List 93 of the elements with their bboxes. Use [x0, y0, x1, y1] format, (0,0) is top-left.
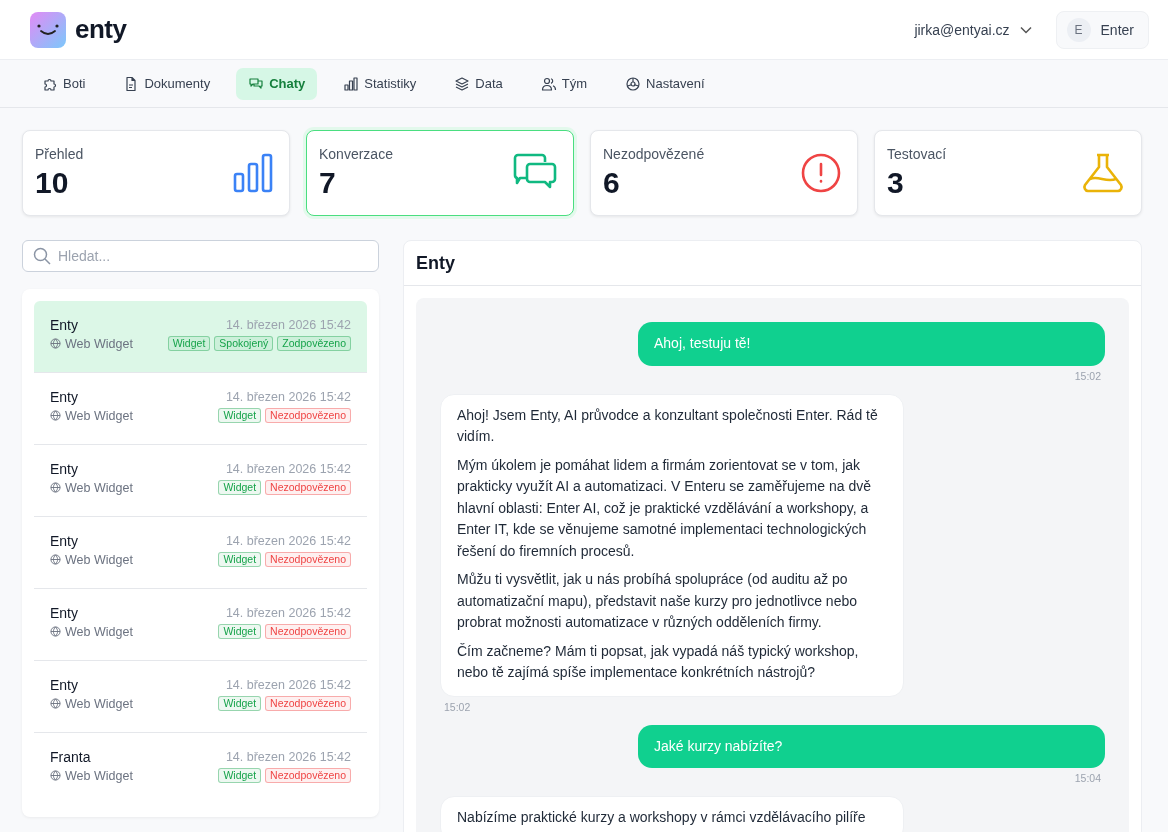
- chat-date: 14. březen 2026 15:42: [225, 318, 351, 332]
- nav-tab[interactable]: Data: [442, 67, 515, 100]
- message-time: 15:04: [1073, 772, 1102, 784]
- chat-source: Web Widget: [65, 624, 133, 639]
- globe-icon: [50, 482, 61, 493]
- message-text: Mým úkolem je pomáhat lidem a firmám zorientovat se v tom, jak prakticky využít AI a automatizaci. V Enteru se zaměřujeme na dvě hlavní oblasti: Enter AI, což je praktické vzdělávání a workshopy, a Enter IT, kde se věnujeme samotné implementaci technologických řešení do firemních procesů.: [457, 455, 872, 561]
- chat-source: Web Widget: [65, 552, 133, 567]
- chat-name: Enty: [50, 461, 78, 477]
- chat-list-item[interactable]: Enty 14. březen 2026 15:42 Web Widget Widget Nezodpovězeno: [34, 517, 367, 589]
- chat-list-item[interactable]: Enty 14. březen 2026 15:42 Web Widget Widget Spokojený Zodpovězeno: [34, 301, 367, 373]
- message-time: 15:02: [1073, 369, 1102, 382]
- status-tag: Zodpovězeno: [277, 336, 351, 351]
- stat-value: 6: [603, 166, 621, 200]
- message-time: 15:02: [443, 700, 472, 713]
- status-tag: Nezodpovězeno: [265, 480, 351, 495]
- settings-icon: [625, 75, 642, 92]
- nav-tab[interactable]: Boti: [30, 67, 98, 100]
- layers-icon: [454, 75, 471, 92]
- organization-button[interactable]: E Enter: [1055, 10, 1149, 49]
- chat-list-item[interactable]: Franta 14. březen 2026 15:42 Web Widget Widget Nezodpovězeno: [34, 733, 367, 805]
- status-tag: Nezodpovězeno: [265, 408, 351, 423]
- users-icon: [540, 75, 557, 92]
- nav-tab[interactable]: Dokumenty: [111, 67, 223, 100]
- org-name: Enter: [1100, 21, 1134, 38]
- chat-date: 14. březen 2026 15:42: [225, 606, 351, 620]
- bar-chart-icon: [343, 75, 360, 92]
- nav-tab[interactable]: Tým: [528, 67, 600, 100]
- account-menu[interactable]: jirka@entyai.cz: [910, 17, 1036, 42]
- status-tag: Nezodpovězeno: [265, 768, 351, 783]
- chat-source: Web Widget: [65, 696, 133, 711]
- chat-date: 14. březen 2026 15:42: [225, 534, 351, 548]
- chevron-down-icon: [1019, 25, 1032, 34]
- chat-source: Web Widget: [65, 480, 133, 495]
- message-text: Ahoj! Jsem Enty, AI průvodce a konzultant společnosti Enter. Rád tě vidím.: [457, 405, 879, 446]
- chat-source: Web Widget: [65, 408, 133, 423]
- stat-value: 10: [35, 166, 70, 200]
- status-tag: Nezodpovězeno: [265, 624, 351, 639]
- status-tag: Widget: [218, 624, 262, 639]
- nav-tab[interactable]: Statistiky: [331, 67, 429, 100]
- stat-label: Přehled: [35, 146, 84, 162]
- stat-card[interactable]: Nezodpovězené 6: [590, 130, 858, 216]
- globe-icon: [50, 338, 61, 349]
- message-text: Můžu ti vysvětlit, jak u nás probíhá spolupráce (od auditu až po automatizační mapu), představit naše kurzy pro jednotlivce nebo probrat možnosti automatizace v různých odděleních firmy.: [457, 570, 858, 632]
- globe-icon: [50, 698, 61, 709]
- stat-card[interactable]: Přehled 10: [22, 130, 290, 216]
- chat-date: 14. březen 2026 15:42: [225, 750, 351, 764]
- chat-name: Enty: [50, 317, 78, 333]
- globe-icon: [50, 554, 61, 565]
- stat-card[interactable]: Testovací 3: [874, 130, 1142, 216]
- message-text: Nabízíme praktické kurzy a workshopy v rámci vzdělávacího pilíře: [457, 808, 867, 827]
- chat-name: Franta: [50, 749, 91, 765]
- stat-value: 3: [887, 166, 905, 200]
- stat-label: Nezodpovězené: [603, 146, 705, 162]
- chat-name: Enty: [50, 677, 78, 693]
- chat-name: Enty: [50, 533, 78, 549]
- nav-tab[interactable]: Nastavení: [613, 67, 717, 100]
- chat-date: 14. březen 2026 15:42: [225, 462, 351, 476]
- status-tag: Spokojený: [214, 336, 274, 351]
- status-tag: Widget: [218, 552, 262, 567]
- nav-tab[interactable]: Chaty: [236, 67, 318, 100]
- globe-icon: [50, 770, 61, 781]
- chat-name: Enty: [50, 389, 78, 405]
- status-tag: Nezodpovězeno: [265, 552, 351, 567]
- chat-title: Enty: [404, 241, 1141, 286]
- stat-value: 7: [319, 166, 337, 200]
- stat-label: Konverzace: [319, 146, 393, 162]
- status-tag: Widget: [218, 768, 262, 783]
- chat-source: Web Widget: [65, 336, 133, 351]
- stat-card[interactable]: Konverzace 7: [306, 130, 574, 216]
- status-tag: Widget: [218, 408, 262, 423]
- status-tag: Widget: [167, 336, 211, 351]
- logo-text: enty: [75, 14, 127, 45]
- globe-icon: [50, 410, 61, 421]
- chat-name: Enty: [50, 605, 78, 621]
- chat-list-item[interactable]: Enty 14. březen 2026 15:42 Web Widget Widget Nezodpovězeno: [34, 661, 367, 733]
- smiley-logo-icon: [30, 11, 66, 48]
- message-text: Ahoj, testuju tě!: [654, 334, 752, 353]
- status-tag: Nezodpovězeno: [265, 696, 351, 711]
- status-tag: Widget: [218, 696, 262, 711]
- org-avatar: E: [1066, 17, 1091, 42]
- chat-list-item[interactable]: Enty 14. březen 2026 15:42 Web Widget Widget Nezodpovězeno: [34, 445, 367, 517]
- chat-date: 14. březen 2026 15:42: [225, 390, 351, 404]
- chat-list-item[interactable]: Enty 14. březen 2026 15:42 Web Widget Widget Nezodpovězeno: [34, 589, 367, 661]
- status-tag: Widget: [218, 480, 262, 495]
- search-field[interactable]: Hledat...: [22, 240, 379, 272]
- message-text: Jaké kurzy nabízíte?: [654, 736, 784, 756]
- message-text: Čím začneme? Mám ti popsat, jak vypadá náš typický workshop, nebo tě zajímá spíše implementace konkrétních nástrojů?: [457, 641, 860, 682]
- globe-icon: [50, 626, 61, 637]
- stat-label: Testovací: [887, 146, 947, 162]
- chat-date: 14. březen 2026 15:42: [225, 678, 351, 692]
- chat-list-item[interactable]: Enty 14. březen 2026 15:42 Web Widget Widget Nezodpovězeno: [34, 373, 367, 445]
- search-icon: [33, 247, 51, 265]
- chat-source: Web Widget: [65, 768, 133, 783]
